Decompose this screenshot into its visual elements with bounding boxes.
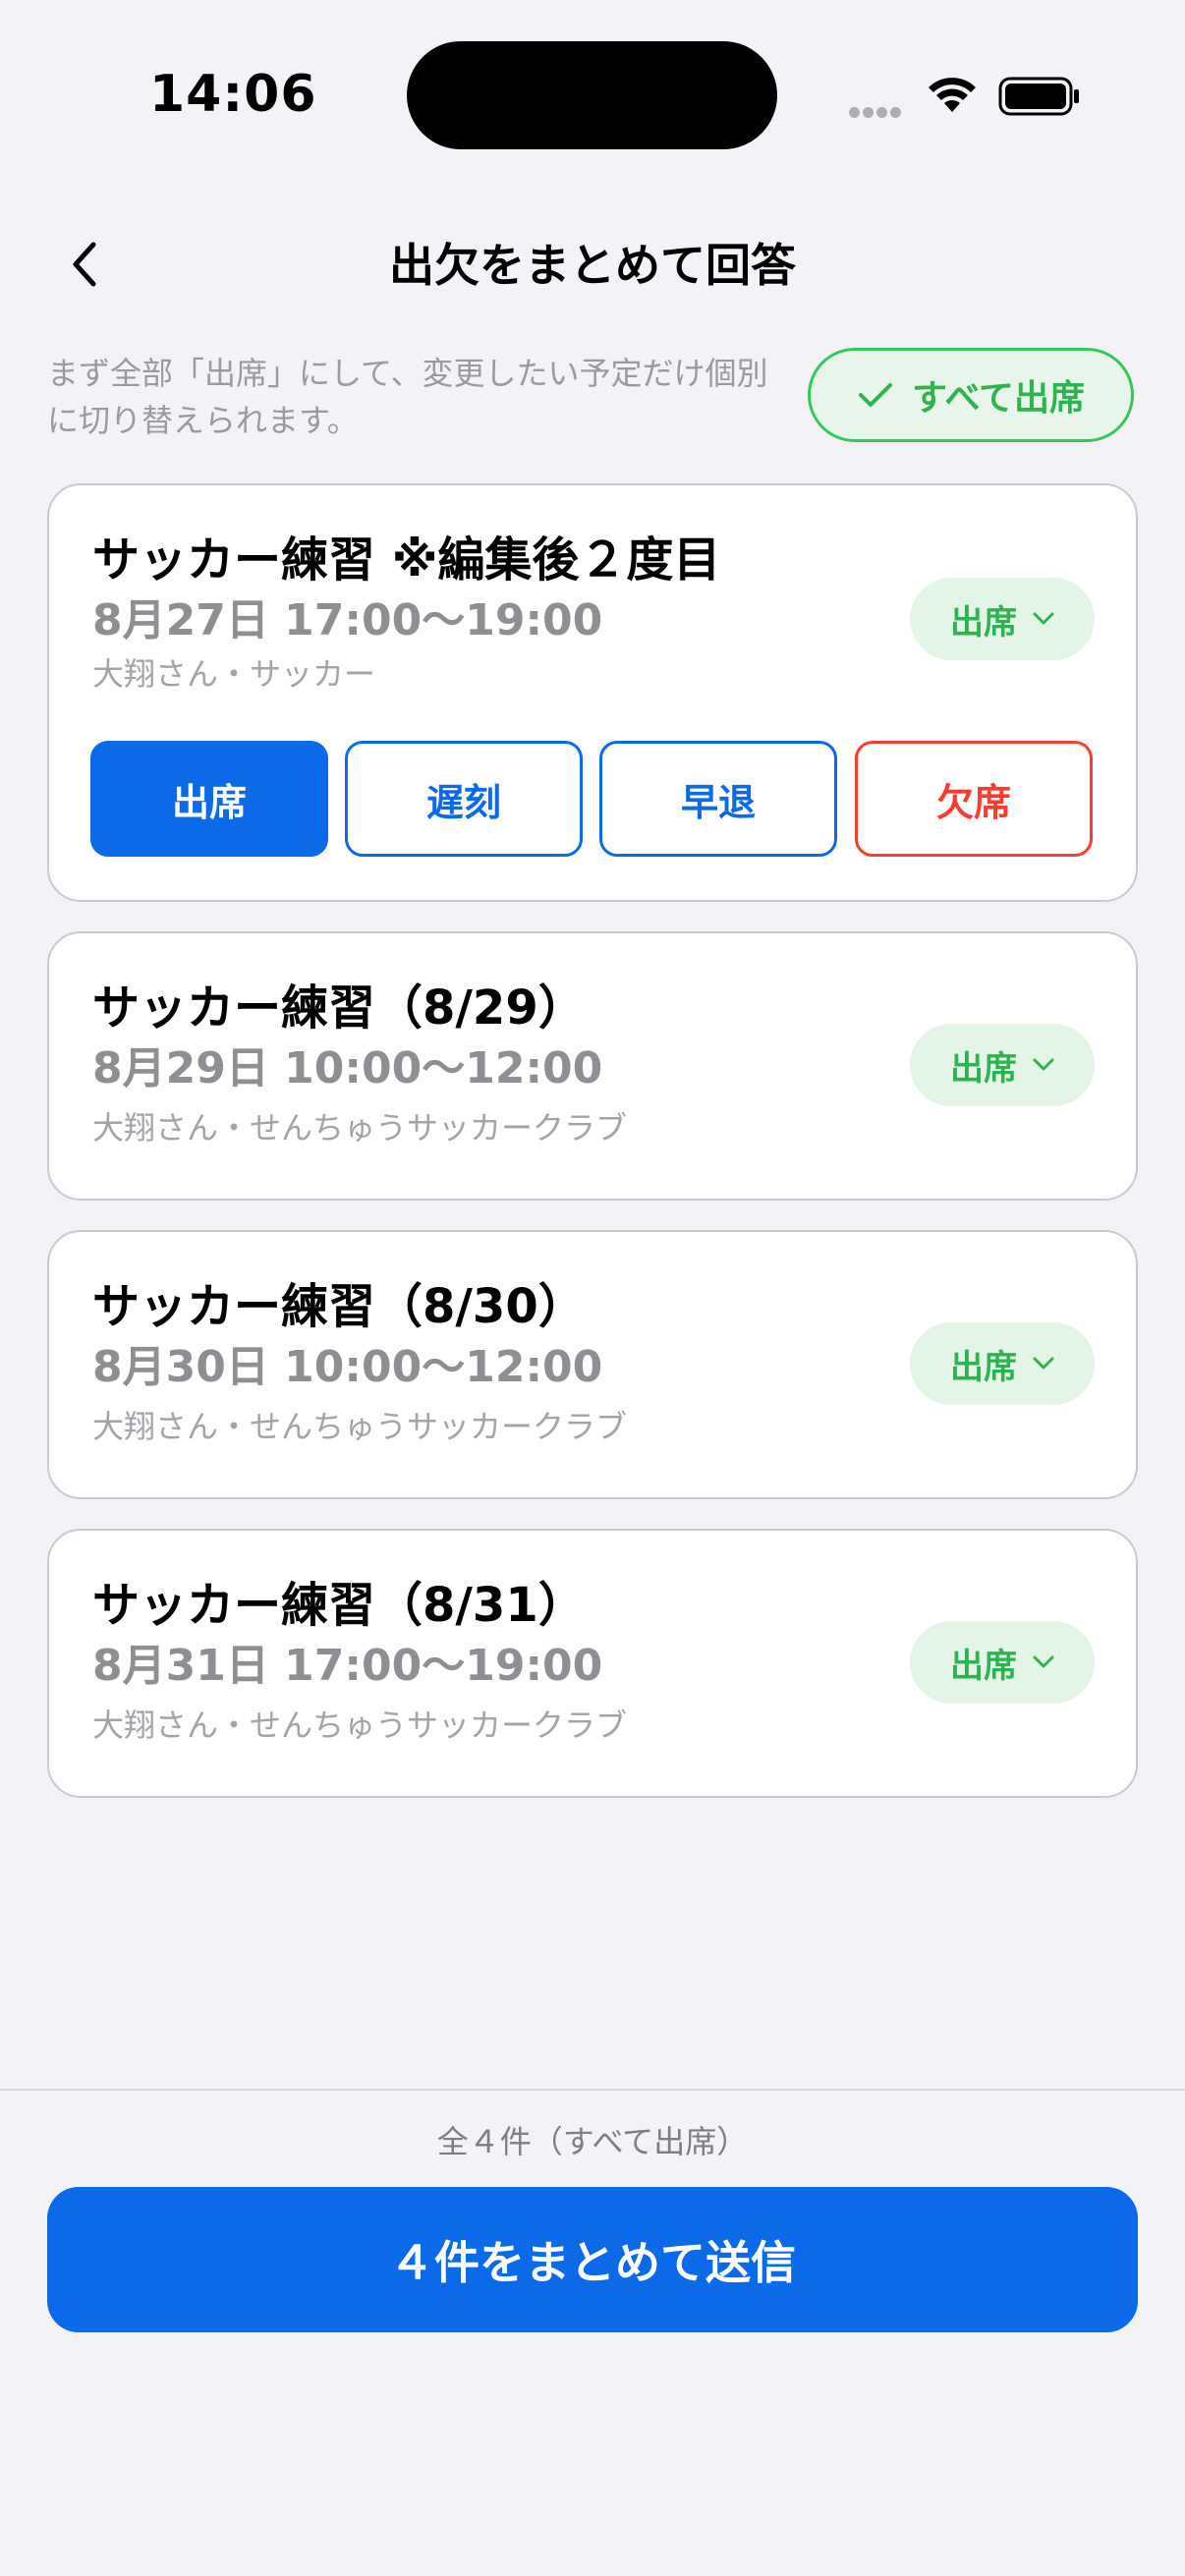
choice-absent-button[interactable]: 欠席: [855, 741, 1093, 857]
chevron-down-icon: [1033, 612, 1054, 626]
attendance-choices: 出席 遅刻 早退 欠席: [90, 741, 1097, 857]
status-label: 出席: [950, 602, 1017, 643]
event-card[interactable]: サッカー練習（8/31） 8月31日 17:00〜19:00 大翔さん・せんちゅ…: [47, 1529, 1138, 1798]
submit-all-button[interactable]: ４件をまとめて送信: [47, 2187, 1138, 2332]
status-label: 出席: [950, 1048, 1017, 1089]
event-date: 8月29日 10:00〜12:00: [92, 1043, 603, 1093]
status-icons: [845, 71, 1081, 120]
chevron-down-icon: [1033, 1655, 1054, 1669]
check-icon: [857, 380, 894, 410]
footer-count: 全４件（すべて出席）: [436, 2123, 749, 2160]
cellular-signal-icon: [849, 103, 904, 122]
event-subtitle: 大翔さん・せんちゅうサッカークラブ: [92, 1408, 628, 1445]
all-attend-button[interactable]: すべて出席: [808, 348, 1134, 442]
choice-leave-early-button[interactable]: 早退: [599, 741, 837, 857]
choice-late-button[interactable]: 遅刻: [345, 741, 583, 857]
dynamic-island: [407, 41, 777, 149]
event-title: サッカー練習 ※編集後２度目: [92, 532, 721, 588]
event-title: サッカー練習（8/29）: [92, 980, 586, 1036]
status-label: 出席: [950, 1646, 1017, 1686]
footer-divider: [0, 2089, 1185, 2091]
event-title: サッカー練習（8/31）: [92, 1578, 586, 1633]
attendance-status-dropdown[interactable]: 出席: [910, 1621, 1095, 1704]
event-card[interactable]: サッカー練習（8/29） 8月29日 10:00〜12:00 大翔さん・せんちゅ…: [47, 931, 1138, 1201]
event-date: 8月31日 17:00〜19:00: [92, 1641, 603, 1691]
event-date: 8月30日 10:00〜12:00: [92, 1342, 603, 1392]
attendance-status-dropdown[interactable]: 出席: [910, 1322, 1095, 1405]
event-title: サッカー練習（8/30）: [92, 1279, 586, 1334]
event-subtitle: 大翔さん・せんちゅうサッカークラブ: [92, 1109, 628, 1147]
chevron-down-icon: [1033, 1058, 1054, 1072]
helper-text: まず全部「出席」にして、変更したい予定だけ個別に切り替えられます。: [47, 355, 768, 439]
event-subtitle: 大翔さん・サッカー: [92, 655, 376, 693]
choice-attend-button[interactable]: 出席: [90, 741, 328, 857]
battery-icon: [998, 77, 1079, 116]
attendance-status-dropdown[interactable]: 出席: [910, 578, 1095, 660]
all-attend-label: すべて出席: [911, 378, 1086, 419]
attendance-status-dropdown[interactable]: 出席: [910, 1024, 1095, 1106]
status-time: 14:06: [149, 65, 317, 124]
event-card[interactable]: サッカー練習（8/30） 8月30日 10:00〜12:00 大翔さん・せんちゅ…: [47, 1230, 1138, 1499]
event-subtitle: 大翔さん・せんちゅうサッカークラブ: [92, 1707, 628, 1744]
event-date: 8月27日 17:00〜19:00: [92, 595, 603, 645]
page-title: 出欠をまとめて回答: [389, 239, 796, 292]
chevron-down-icon: [1033, 1357, 1054, 1371]
wifi-icon: [929, 78, 976, 112]
status-label: 出席: [950, 1347, 1017, 1387]
event-card: サッカー練習 ※編集後２度目 8月27日 17:00〜19:00 大翔さん・サッ…: [47, 483, 1138, 902]
